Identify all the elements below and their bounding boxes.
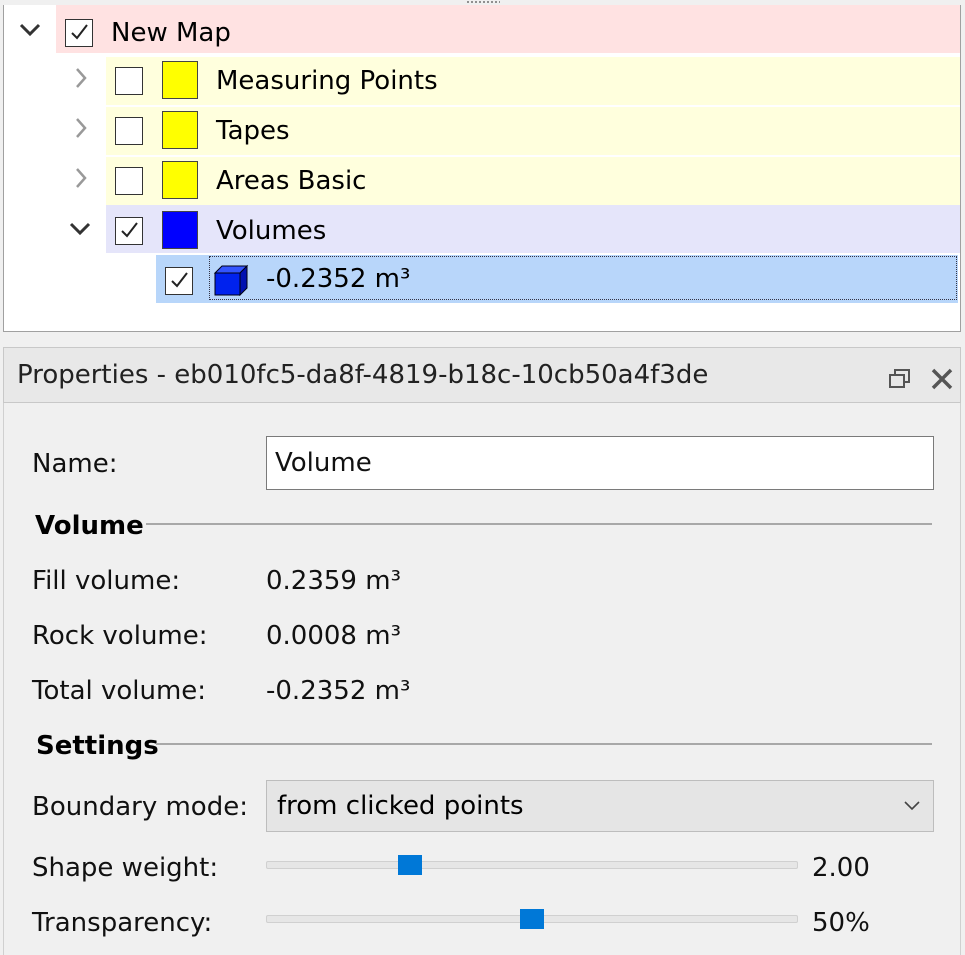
chevron-down-icon[interactable] [17,17,43,43]
transparency-value: 50% [812,908,870,938]
volume-cube-icon [213,264,249,300]
section-divider [146,523,932,525]
layer-color-swatch [162,111,198,149]
name-label: Name: [32,449,118,479]
fill-volume-label: Fill volume: [32,566,181,596]
transparency-label: Transparency: [32,908,213,938]
volume-item-checkbox[interactable] [165,267,193,295]
total-volume-label: Total volume: [32,676,207,706]
close-icon[interactable] [930,367,954,395]
rock-volume-label: Rock volume: [32,621,208,651]
shape-weight-slider-thumb[interactable] [398,855,423,875]
chevron-right-icon[interactable] [68,165,94,191]
tree-layer-label: Measuring Points [216,66,438,96]
properties-title: Properties - eb010fc5-da8f-4819-b18c-10c… [17,360,709,390]
measuring-points-checkbox[interactable] [115,67,143,95]
settings-section-title: Settings [36,731,159,761]
tree-layer-label: Volumes [216,216,327,246]
boundary-mode-label: Boundary mode: [32,792,248,822]
properties-panel: Name: Volume Fill volume: 0.2359 m³ Rock… [3,403,961,955]
chevron-down-icon [903,797,921,816]
rock-volume-value: 0.0008 m³ [266,621,401,651]
transparency-slider-thumb[interactable] [520,909,544,929]
chevron-right-icon[interactable] [68,65,94,91]
tree-layer-label: Areas Basic [216,166,367,196]
tapes-checkbox[interactable] [115,117,143,145]
root-checkbox[interactable] [65,19,93,47]
volume-section-title: Volume [35,511,144,541]
chevron-down-icon[interactable] [67,216,93,242]
areas-basic-checkbox[interactable] [115,167,143,195]
section-divider [156,743,932,745]
chevron-right-icon[interactable] [68,115,94,141]
tree-root-label: New Map [111,18,231,48]
shape-weight-label: Shape weight: [32,853,219,883]
layer-tree: New Map Measuring Points Tapes Areas Bas… [3,5,961,332]
shape-weight-slider[interactable] [266,861,798,869]
name-input[interactable] [266,436,934,490]
layer-color-swatch [162,161,198,199]
restore-window-icon[interactable] [888,368,912,394]
boundary-mode-select[interactable]: from clicked points [266,780,934,832]
boundary-mode-value: from clicked points [277,791,524,821]
properties-title-bar: Properties - eb010fc5-da8f-4819-b18c-10c… [3,347,961,403]
tree-volume-item-label: -0.2352 m³ [266,264,411,294]
fill-volume-value: 0.2359 m³ [266,566,401,596]
layer-color-swatch [162,211,198,249]
volumes-checkbox[interactable] [115,217,143,245]
layer-color-swatch [162,61,198,99]
total-volume-value: -0.2352 m³ [266,676,411,706]
tree-layer-label: Tapes [216,116,290,146]
shape-weight-value: 2.00 [812,853,870,883]
